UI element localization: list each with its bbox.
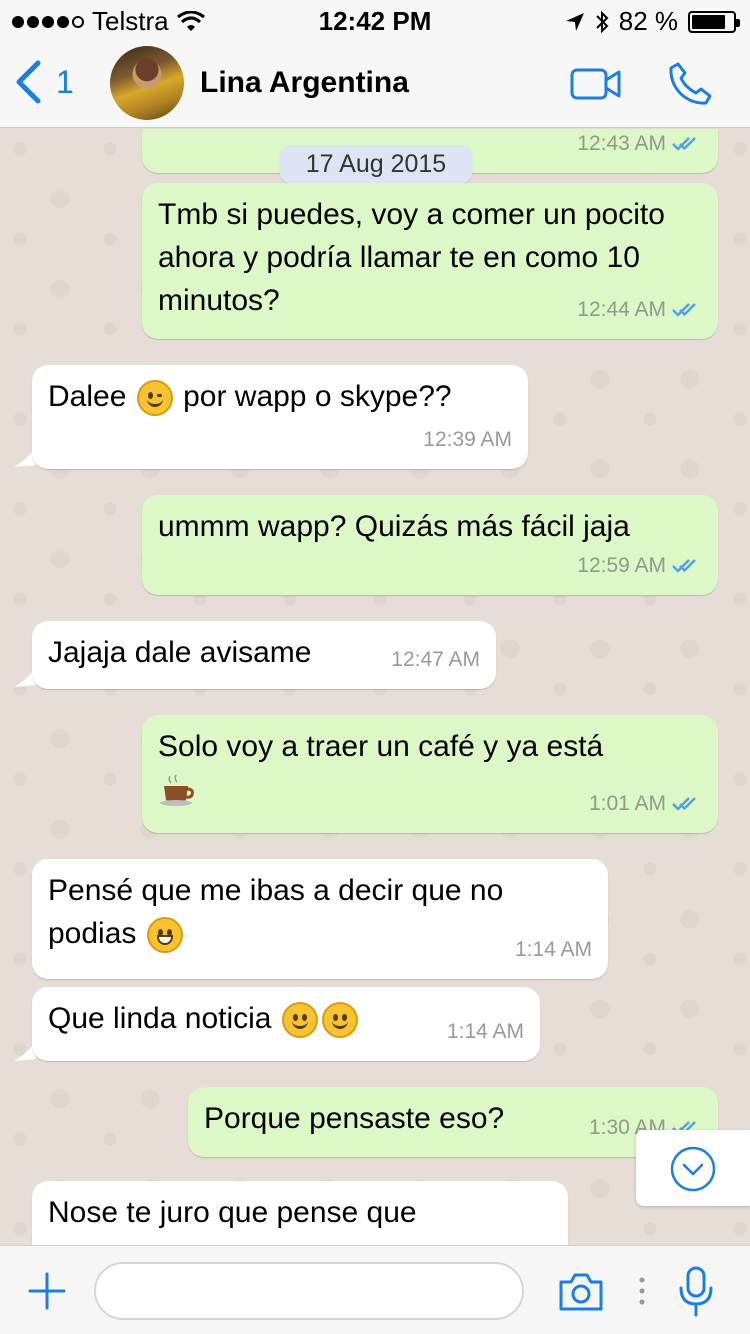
battery-icon <box>688 10 740 33</box>
microphone-icon[interactable] <box>678 1266 714 1318</box>
unread-count: 1 <box>56 63 74 100</box>
chevron-down-circle-icon <box>670 1146 716 1192</box>
coffee-emoji-icon <box>158 774 198 808</box>
message-time: 12:43 AM <box>577 132 666 155</box>
message-text: Dalee por wapp o skype?? <box>48 375 512 418</box>
message-time: 12:44 AM <box>577 298 666 321</box>
more-icon[interactable] <box>638 1276 646 1306</box>
message-bubble-incoming[interactable]: Pensé que me ibas a decir que no podias … <box>32 859 608 979</box>
message-meta: 12:59 AM <box>577 544 702 587</box>
video-call-icon[interactable] <box>570 66 622 102</box>
message-meta: 1:14 AM <box>447 1010 524 1053</box>
message-text-part: Dalee <box>48 380 127 413</box>
message-text: ummm wapp? Quizás más fácil jaja <box>158 510 630 543</box>
message-bubble-incoming[interactable]: Dalee por wapp o skype?? 12:39 AM <box>32 365 528 469</box>
read-ticks-icon <box>672 796 696 811</box>
camera-icon[interactable] <box>557 1272 605 1312</box>
chat-area[interactable]: 12:43 AM 17 Aug 2015 Tmb si puedes, voy … <box>0 129 750 1245</box>
message-time: 12:59 AM <box>577 554 666 577</box>
message-meta: 1:01 AM <box>589 782 702 825</box>
location-arrow-icon <box>565 12 584 31</box>
message-bubble-outgoing[interactable]: ummm wapp? Quizás más fácil jaja 12:59 A… <box>142 495 718 595</box>
plus-icon[interactable] <box>28 1272 66 1310</box>
message-time: 1:14 AM <box>446 1020 524 1043</box>
battery-percent: 82 % <box>618 6 678 36</box>
contact-name[interactable]: Lina Argentina <box>200 66 409 100</box>
winking-face-emoji-icon <box>136 380 173 417</box>
scroll-to-bottom-button[interactable] <box>636 1130 750 1206</box>
message-meta: 12:39 AM <box>423 418 512 461</box>
message-text: podias <box>48 912 592 955</box>
message-text: Pensé que me ibas a decir que no <box>48 874 504 907</box>
status-bar: Telstra 12:42 PM 82 % <box>0 0 750 40</box>
chat-header: 1 Lina Argentina <box>0 40 750 128</box>
message-time: 1:01 AM <box>588 792 666 815</box>
avatar[interactable] <box>110 46 184 120</box>
message-text: Nose te juro que pense que <box>48 1196 417 1229</box>
date-separator: 17 Aug 2015 <box>280 145 472 183</box>
message-bubble-incoming[interactable]: Jajaja dale avisame 12:47 AM <box>32 621 496 689</box>
read-ticks-icon <box>672 136 696 151</box>
smiling-face-emoji-icon <box>281 1002 318 1039</box>
status-right: 82 % <box>565 6 740 37</box>
message-meta: 12:43 AM <box>577 129 702 165</box>
message-bubble-incoming[interactable]: Nose te juro que pense que <box>32 1181 568 1245</box>
message-meta: 12:44 AM <box>577 288 702 331</box>
message-time: 12:39 AM <box>423 428 512 451</box>
read-ticks-icon <box>672 558 696 573</box>
message-bubble-outgoing[interactable]: Solo voy a traer un café y ya está 1:01 … <box>142 715 718 833</box>
message-text-part: Que linda noticia <box>48 1002 272 1035</box>
bluetooth-icon <box>596 10 609 33</box>
phone-icon[interactable] <box>666 60 714 108</box>
back-button[interactable]: 1 <box>14 60 74 104</box>
message-meta: 12:47 AM <box>391 638 480 681</box>
message-input[interactable] <box>94 1262 524 1320</box>
message-time: 1:14 AM <box>514 938 592 961</box>
battery-fill <box>692 14 725 29</box>
message-composer <box>0 1245 750 1334</box>
message-time: 12:47 AM <box>391 648 480 671</box>
message-text: Solo voy a traer un café y ya está <box>158 730 604 763</box>
message-bubble-outgoing[interactable]: Tmb si puedes, voy a comer un pocito aho… <box>142 183 718 339</box>
chevron-left-icon <box>16 60 41 104</box>
grinning-face-emoji-icon <box>146 917 183 954</box>
message-text-part: por wapp o skype?? <box>183 380 452 413</box>
message-text-part: podias <box>48 917 137 950</box>
message-bubble-incoming[interactable]: Que linda noticia 1:14 AM <box>32 987 540 1061</box>
message-meta: 1:14 AM <box>515 928 592 971</box>
smiling-face-emoji-icon <box>321 1002 358 1039</box>
read-ticks-icon <box>672 302 696 317</box>
